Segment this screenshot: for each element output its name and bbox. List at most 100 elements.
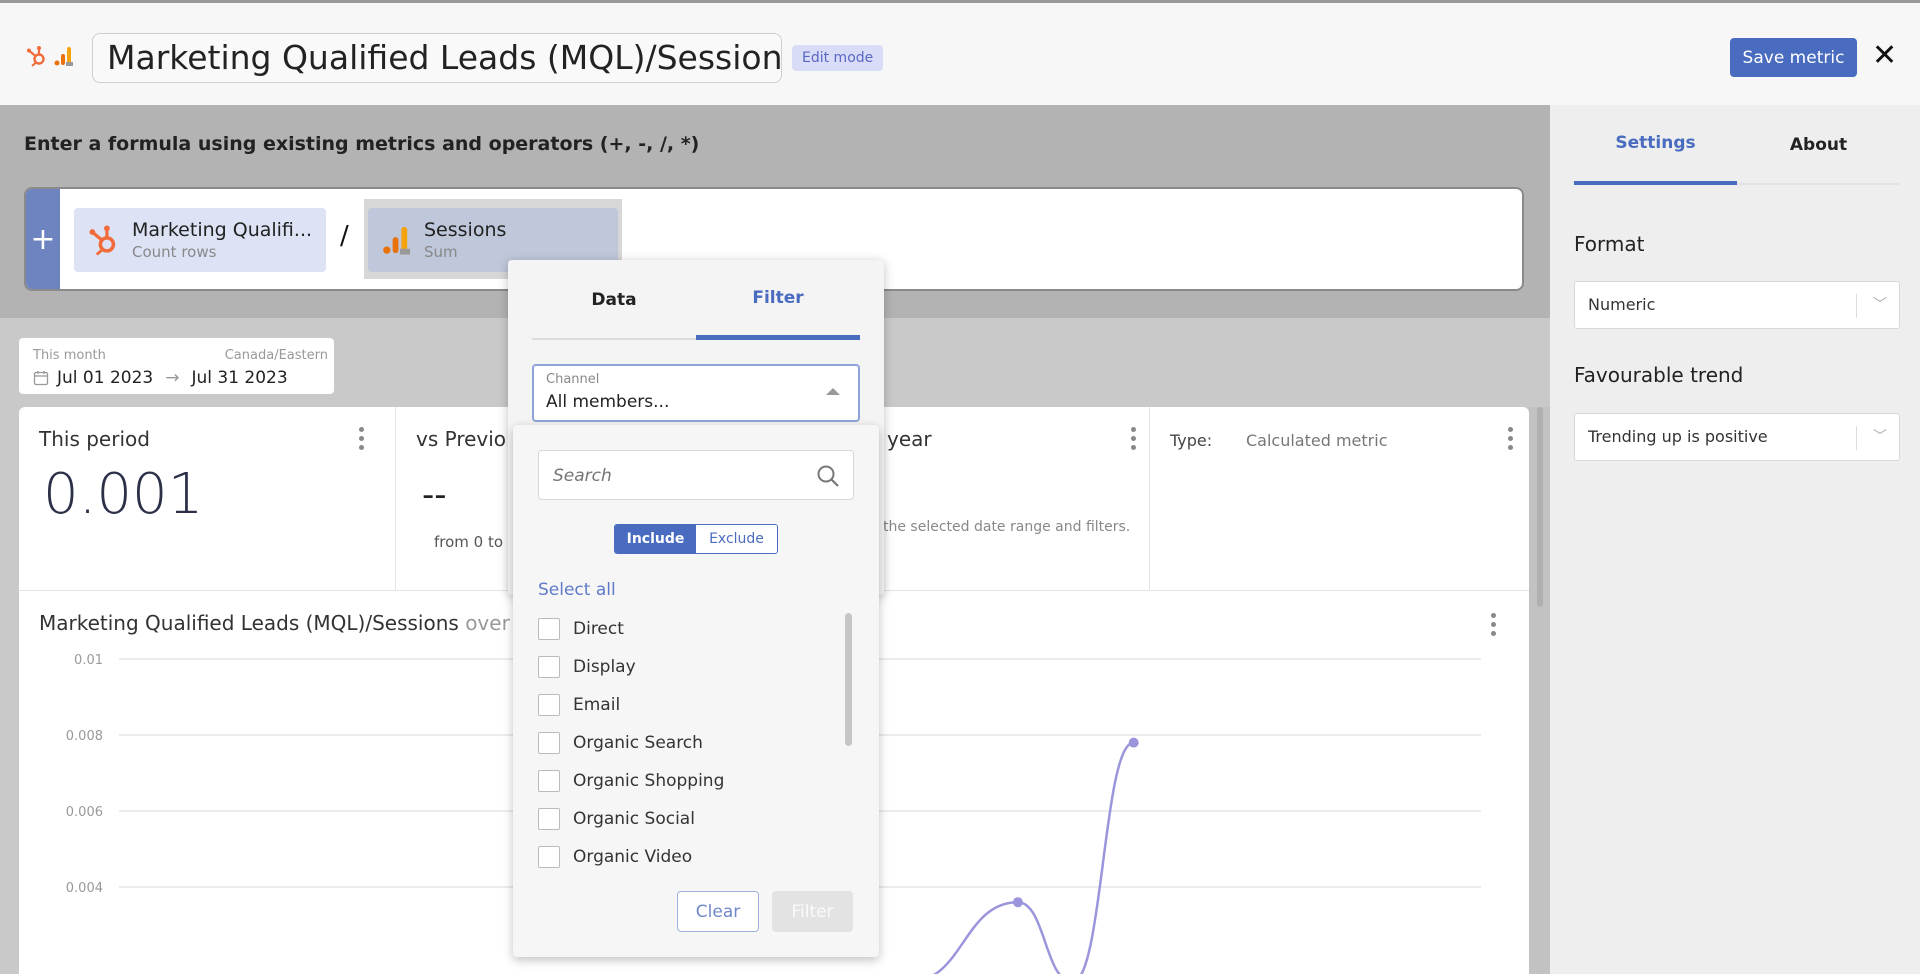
checkbox[interactable] bbox=[538, 618, 560, 640]
vs-year-note: the selected date range and filters. bbox=[883, 519, 1131, 535]
format-value: Numeric bbox=[1588, 295, 1656, 314]
format-label: Format bbox=[1574, 232, 1645, 256]
format-select[interactable]: Numeric ﹀ bbox=[1574, 281, 1900, 329]
search-input[interactable] bbox=[553, 463, 793, 489]
search-icon[interactable] bbox=[815, 463, 841, 489]
channel-filter-select[interactable]: Channel All members... bbox=[532, 364, 860, 422]
card-type: Type: Calculated metric bbox=[1150, 407, 1529, 590]
list-item[interactable]: Organic Search bbox=[538, 724, 838, 762]
settings-tabs: Settings About bbox=[1574, 105, 1900, 185]
card-this-period: This period 0.001 bbox=[19, 407, 396, 590]
type-value: Calculated metric bbox=[1246, 431, 1388, 450]
exclude-button[interactable]: Exclude bbox=[696, 525, 777, 553]
calendar-icon bbox=[33, 371, 49, 386]
operand-name: Marketing Qualifi... bbox=[132, 219, 313, 241]
popover-tabs: Data Filter bbox=[532, 260, 860, 340]
card-title: vs Previo bbox=[416, 427, 507, 451]
list-item-label: Direct bbox=[573, 619, 624, 639]
date-start: Jul 01 2023 bbox=[57, 368, 154, 388]
scrollbar-thumb[interactable] bbox=[1537, 407, 1543, 607]
tab-data[interactable]: Data bbox=[532, 260, 696, 340]
channel-label: Channel bbox=[546, 372, 600, 387]
operand-name: Sessions bbox=[424, 219, 507, 241]
more-options-icon[interactable] bbox=[1508, 427, 1514, 450]
chevron-down-icon: ﹀ bbox=[1873, 429, 1887, 445]
clear-button[interactable]: Clear bbox=[677, 891, 759, 932]
date-period-label: This month bbox=[33, 348, 106, 363]
date-end: Jul 31 2023 bbox=[191, 368, 288, 388]
metric-title-input[interactable]: Marketing Qualified Leads (MQL)/Sessions bbox=[92, 33, 782, 83]
member-list: Direct Display Email Organic Search Organic … bbox=[538, 610, 838, 876]
y-tick-label: 0.006 bbox=[66, 805, 103, 820]
timezone-label: Canada/Eastern bbox=[224, 348, 328, 363]
formula-operator: / bbox=[340, 221, 349, 251]
top-bar: Marketing Qualified Leads (MQL)/Sessions… bbox=[0, 0, 1920, 105]
operand-aggregation: Sum bbox=[424, 243, 458, 261]
arrow-right-icon: → bbox=[165, 368, 180, 388]
list-item-label: Organic Shopping bbox=[573, 771, 725, 791]
select-separator bbox=[1856, 426, 1857, 450]
list-item[interactable]: Organic Shopping bbox=[538, 762, 838, 800]
card-title: This period bbox=[39, 427, 150, 451]
tab-settings[interactable]: Settings bbox=[1574, 105, 1737, 185]
include-exclude-toggle: Include Exclude bbox=[614, 524, 778, 554]
y-tick-label: 0.004 bbox=[66, 881, 103, 896]
checkbox[interactable] bbox=[538, 770, 560, 792]
more-options-icon[interactable] bbox=[1131, 427, 1137, 450]
list-item-label: Email bbox=[573, 695, 621, 715]
vs-previous-note: from 0 to bbox=[434, 533, 504, 551]
checkbox[interactable] bbox=[538, 694, 560, 716]
card-title: year bbox=[887, 427, 932, 451]
this-period-value: 0.001 bbox=[43, 462, 204, 527]
trend-value: Trending up is positive bbox=[1588, 427, 1768, 446]
source-logos bbox=[26, 45, 74, 67]
member-search[interactable] bbox=[538, 450, 854, 500]
edit-mode-badge: Edit mode bbox=[792, 45, 884, 71]
more-options-icon[interactable] bbox=[359, 427, 365, 450]
data-point[interactable] bbox=[1012, 897, 1023, 908]
formula-operand-mql[interactable]: Marketing Qualifi... Count rows bbox=[74, 208, 326, 272]
operand-aggregation: Count rows bbox=[132, 243, 217, 261]
select-all-link[interactable]: Select all bbox=[538, 580, 616, 600]
apply-filter-button[interactable]: Filter bbox=[772, 891, 853, 932]
list-item-label: Organic Social bbox=[573, 809, 695, 829]
hubspot-icon bbox=[27, 46, 45, 67]
channel-value: All members... bbox=[546, 392, 670, 412]
checkbox[interactable] bbox=[538, 846, 560, 868]
date-range-picker[interactable]: This month Canada/Eastern Jul 01 2023 → … bbox=[19, 338, 334, 394]
formula-instructions: Enter a formula using existing metrics a… bbox=[24, 133, 700, 155]
chevron-down-icon: ﹀ bbox=[1873, 297, 1887, 313]
favourable-trend-label: Favourable trend bbox=[1574, 363, 1744, 387]
checkbox[interactable] bbox=[538, 656, 560, 678]
select-separator bbox=[1856, 294, 1857, 318]
tab-filter[interactable]: Filter bbox=[696, 260, 860, 340]
main-scrollbar[interactable] bbox=[1529, 407, 1550, 974]
channel-dropdown: Include Exclude Select all Direct Display… bbox=[513, 425, 879, 957]
save-metric-button[interactable]: Save metric bbox=[1730, 38, 1857, 77]
type-label: Type: bbox=[1170, 431, 1213, 450]
settings-panel: Settings About Format Numeric ﹀ Favourab… bbox=[1550, 105, 1920, 974]
hubspot-icon bbox=[89, 225, 116, 256]
data-point[interactable] bbox=[1128, 737, 1139, 748]
checkbox[interactable] bbox=[538, 732, 560, 754]
google-analytics-icon bbox=[54, 47, 73, 66]
y-tick-label: 0.01 bbox=[74, 653, 103, 668]
google-analytics-icon bbox=[383, 226, 411, 255]
tab-about[interactable]: About bbox=[1737, 105, 1900, 185]
list-item[interactable]: Organic Video bbox=[538, 838, 838, 876]
caret-up-icon bbox=[826, 388, 840, 395]
list-item[interactable]: Organic Social bbox=[538, 800, 838, 838]
list-item-label: Organic Video bbox=[573, 847, 693, 867]
checkbox[interactable] bbox=[538, 808, 560, 830]
list-item[interactable]: Direct bbox=[538, 610, 838, 648]
list-item[interactable]: Display bbox=[538, 648, 838, 686]
favourable-trend-select[interactable]: Trending up is positive ﹀ bbox=[1574, 413, 1900, 461]
list-item[interactable]: Email bbox=[538, 686, 838, 724]
list-item-label: Display bbox=[573, 657, 636, 677]
add-operand-button[interactable]: + bbox=[26, 189, 60, 289]
close-icon[interactable]: ✕ bbox=[1872, 41, 1897, 71]
vs-previous-value: -- bbox=[422, 475, 447, 515]
list-scrollbar[interactable] bbox=[845, 613, 852, 746]
include-button[interactable]: Include bbox=[615, 525, 696, 553]
list-item-label: Organic Search bbox=[573, 733, 703, 753]
